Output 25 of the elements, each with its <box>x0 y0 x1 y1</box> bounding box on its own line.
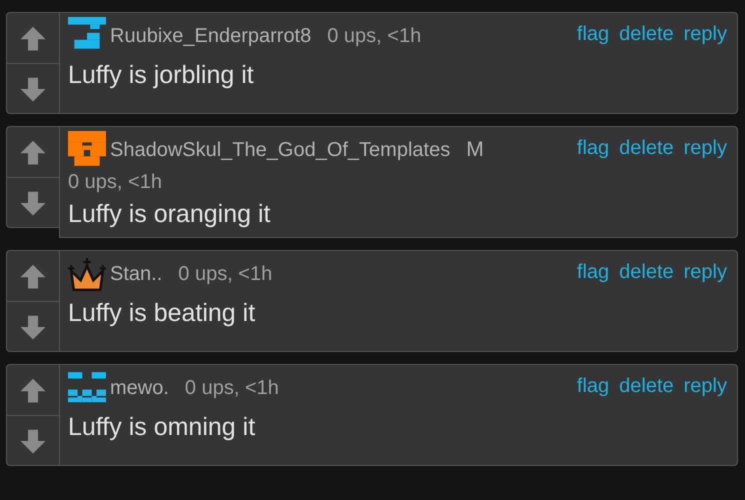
action-link[interactable]: delete <box>619 23 674 46</box>
comment-text: Luffy is jorbling it <box>68 61 255 90</box>
action-link[interactable]: reply <box>684 137 727 160</box>
username[interactable]: Ruubixe_Enderparrot8 <box>110 24 312 48</box>
action-link[interactable]: flag <box>576 375 610 398</box>
comment-stats: 0 ups, <1h <box>178 262 272 286</box>
action-link[interactable]: reply <box>684 261 727 284</box>
username[interactable]: ShadowSkul_The_God_Of_Templates <box>110 138 450 162</box>
action-link[interactable]: delete <box>619 375 674 398</box>
comment-text: Luffy is omning it <box>68 413 256 442</box>
action-link[interactable]: reply <box>684 375 727 398</box>
action-link[interactable]: flag <box>576 23 610 46</box>
comment-text: Luffy is beating it <box>68 299 256 328</box>
action-link[interactable]: flag <box>576 137 610 160</box>
action-link[interactable]: delete <box>619 261 674 284</box>
action-link[interactable]: reply <box>684 23 727 46</box>
action-link[interactable]: delete <box>619 137 674 160</box>
comment-stats: 0 ups, <1h <box>327 24 422 48</box>
mod-label: M <box>466 138 484 162</box>
action-link[interactable]: flag <box>576 261 610 284</box>
comment-stats: 0 ups, <1h <box>184 376 279 400</box>
username[interactable]: mewo. <box>110 376 169 400</box>
username[interactable]: Stan.. <box>110 262 162 286</box>
comment-stats: 0 ups, <1h <box>68 171 162 194</box>
comment-text: Luffy is oranging it <box>68 200 272 229</box>
